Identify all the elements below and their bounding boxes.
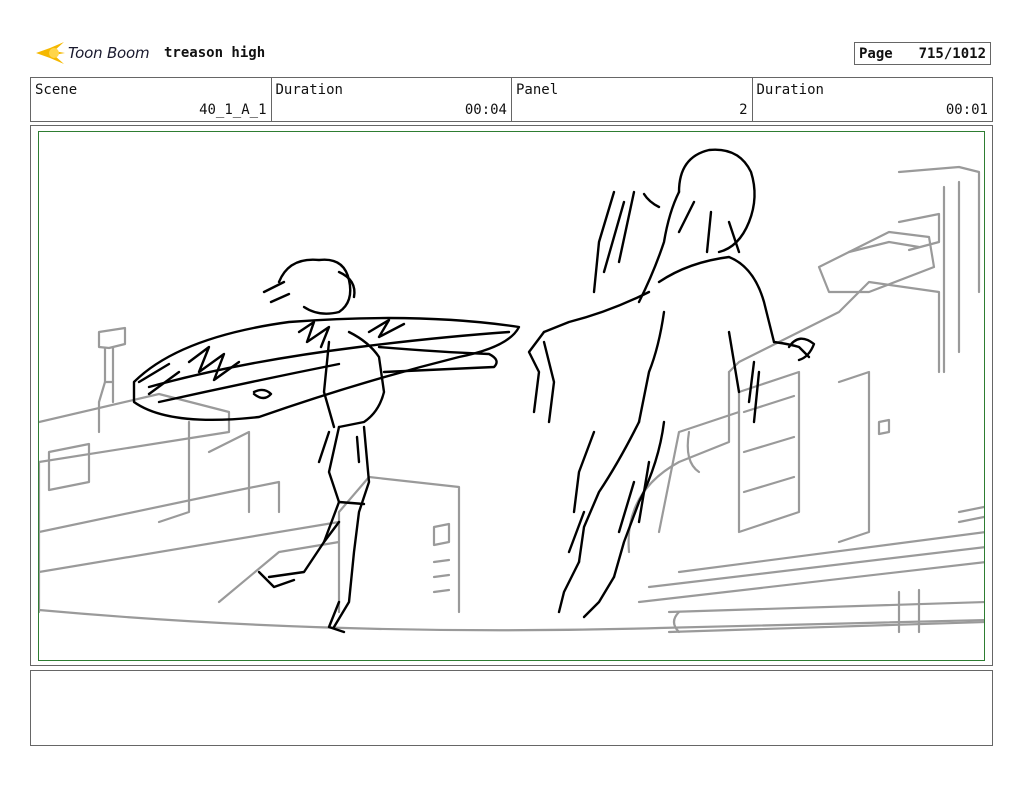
scene-cell: Scene 40_1_A_1	[31, 78, 272, 121]
panel-duration-value: 00:01	[945, 102, 988, 118]
panel-duration-label: Duration	[756, 82, 824, 98]
toon-boom-star-icon	[36, 42, 65, 64]
panel-label: Panel	[516, 82, 559, 98]
panel-cell: Panel 2	[512, 78, 753, 121]
scene-label: Scene	[35, 82, 78, 98]
storyboard-sketch	[39, 148, 984, 634]
character-right-sketch	[527, 148, 816, 619]
toon-boom-logo: Toon Boom	[34, 38, 150, 68]
storyboard-panel-image	[38, 131, 985, 661]
scene-duration-cell: Duration 00:04	[272, 78, 512, 121]
page-value: 715/1012	[918, 45, 986, 62]
scene-value: 40_1_A_1	[199, 102, 267, 118]
panel-notes-box[interactable]	[30, 670, 993, 746]
scene-duration-label: Duration	[275, 82, 343, 98]
logo-text: Toon Boom	[68, 44, 150, 62]
panel-duration-cell: Duration 00:01	[753, 78, 993, 121]
page-counter: Page 715/1012	[854, 42, 991, 65]
storyboard-panel-frame	[30, 125, 993, 666]
project-title: treason high	[164, 45, 266, 61]
panel-value: 2	[739, 102, 748, 118]
background-structures	[39, 165, 984, 634]
scene-duration-value: 00:04	[464, 102, 507, 118]
character-left-sketch	[132, 258, 521, 634]
page-label: Page	[859, 45, 893, 62]
panel-info-row: Scene 40_1_A_1 Duration 00:04 Panel 2 Du…	[30, 77, 993, 122]
